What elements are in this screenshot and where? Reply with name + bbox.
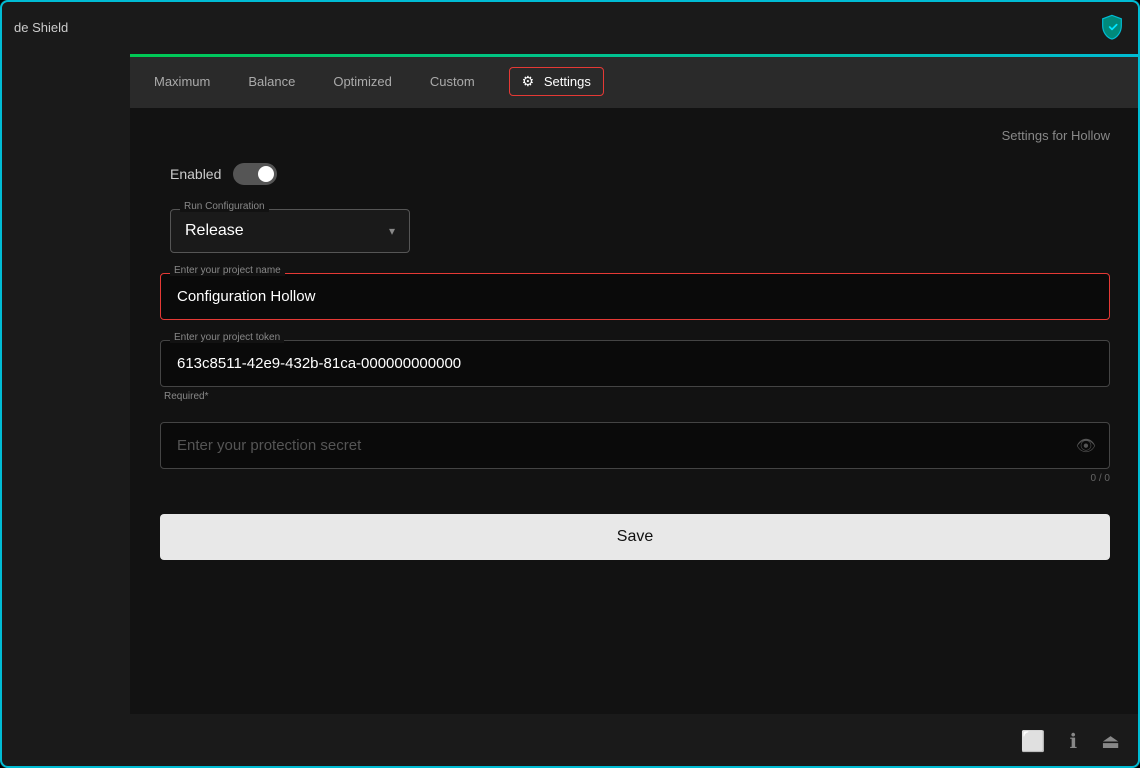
project-name-input[interactable] — [160, 273, 1110, 320]
run-config-group: Run Configuration Release ▾ — [170, 209, 1110, 253]
protection-secret-counter: 0 / 0 — [160, 473, 1110, 484]
project-token-input[interactable] — [160, 340, 1110, 387]
gear-icon: ⚙ — [522, 73, 535, 89]
bottom-bar: ⬜ ℹ ⏏ — [0, 714, 1140, 768]
run-config-dropdown[interactable]: Release ▾ — [170, 209, 410, 253]
protection-secret-input[interactable] — [160, 422, 1110, 469]
title-bar: de Shield — [0, 0, 1140, 54]
enabled-toggle[interactable] — [233, 163, 277, 185]
nav-bar: Maximum Balance Optimized Custom ⚙ Setti… — [130, 54, 1140, 108]
tab-settings[interactable]: ⚙ Settings — [509, 67, 604, 96]
enabled-row: Enabled — [170, 163, 1110, 185]
tab-optimized[interactable]: Optimized — [329, 68, 396, 95]
toggle-knob — [258, 166, 274, 182]
tab-maximum[interactable]: Maximum — [150, 68, 214, 95]
info-icon[interactable]: ℹ — [1069, 729, 1077, 754]
eye-icon[interactable]: 👁 — [1076, 436, 1096, 456]
project-token-hint: Required* — [164, 391, 1110, 402]
shield-logo — [1098, 13, 1126, 41]
save-button[interactable]: Save — [160, 514, 1110, 560]
run-config-value: Release — [185, 222, 244, 240]
sidebar — [0, 54, 130, 714]
project-name-group: Enter your project name — [160, 273, 1110, 320]
project-token-label: Enter your project token — [170, 332, 284, 343]
main-content: Settings for Hollow Enabled Run Configur… — [130, 108, 1140, 714]
restore-icon[interactable]: ⬜ — [1021, 729, 1046, 754]
tab-balance[interactable]: Balance — [244, 68, 299, 95]
settings-for-label: Settings for Hollow — [160, 128, 1110, 143]
run-config-label: Run Configuration — [180, 201, 269, 212]
project-token-group: Enter your project token Required* — [160, 340, 1110, 402]
exit-icon[interactable]: ⏏ — [1101, 729, 1120, 754]
enabled-label: Enabled — [170, 166, 221, 182]
tab-custom[interactable]: Custom — [426, 68, 479, 95]
project-name-label: Enter your project name — [170, 265, 285, 276]
accent-line — [130, 54, 1140, 57]
protection-secret-wrapper: 👁 — [160, 422, 1110, 469]
chevron-down-icon: ▾ — [389, 224, 395, 238]
protection-secret-group: 👁 0 / 0 — [160, 422, 1110, 484]
app-title: de Shield — [14, 20, 68, 35]
